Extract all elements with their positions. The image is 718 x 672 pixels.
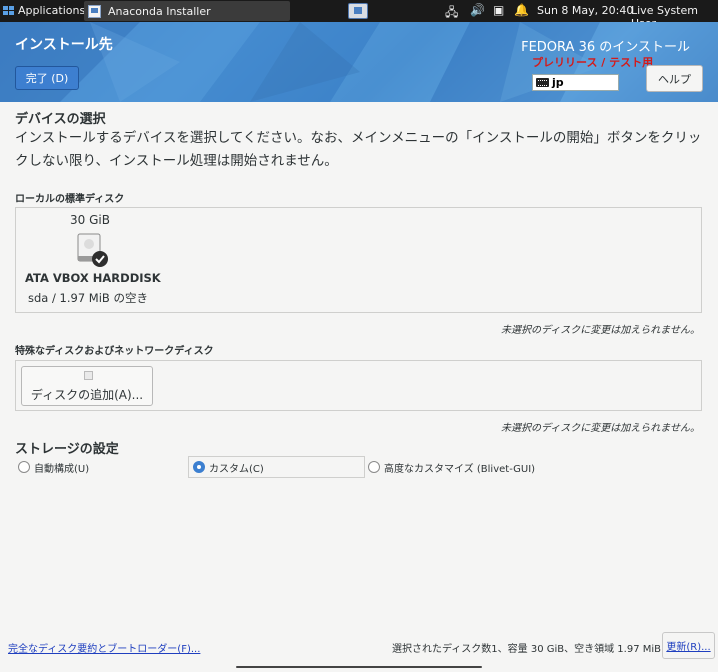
volume-icon[interactable]: 🔊 [470, 3, 485, 17]
special-disks-heading: 特殊なディスクおよびネットワークディスク [15, 346, 214, 357]
radio-automatic[interactable]: 自動構成(U) [18, 456, 89, 478]
device-selection-description: インストールするデバイスを選択してください。なお、メインメニューの「インストール… [15, 130, 702, 169]
add-disk-icon [84, 371, 93, 380]
add-disk-button[interactable]: ディスクの追加(A)... [21, 366, 153, 406]
full-disk-summary-link[interactable]: 完全なディスク要約とブートローダー(F)... [8, 640, 200, 655]
disk-name: ATA VBOX HARDDISK [25, 271, 161, 285]
prerelease-warning: プレリリース / テスト用 [532, 56, 654, 69]
harddisk-selected-icon [77, 233, 108, 267]
top-panel: Applications ⋮ Anaconda Installer 🖧 🔊 ▣ … [0, 0, 718, 30]
radio-blivet-label: 高度なカスタマイズ (Blivet-GUI) [384, 463, 536, 475]
disk-size: 30 GiB [70, 213, 110, 227]
disk-summary-text: 選択されたディスク数1、容量 30 GiB、空き領域 1.97 MiB [392, 644, 662, 655]
help-button[interactable]: ヘルプ [646, 65, 703, 92]
network-icon[interactable]: 🖧 [445, 3, 458, 24]
radio-blivet[interactable]: 高度なカスタマイズ (Blivet-GUI) [368, 456, 535, 478]
keyboard-layout-label: jp [552, 76, 564, 89]
radio-custom-label: カスタム(C) [209, 463, 264, 475]
installer-window-icon [88, 4, 101, 18]
radio-unchecked-icon [18, 461, 30, 473]
disk-info: sda / 1.97 MiB の空き [28, 291, 148, 305]
special-disks-panel: ディスクの追加(A)... [15, 360, 702, 411]
taskbar-item-label: Anaconda Installer [108, 4, 211, 18]
page-title: インストール先 [15, 37, 113, 53]
applications-icon [3, 5, 14, 15]
radio-unchecked-icon [368, 461, 380, 473]
special-disks-note: 未選択のディスクに変更は加えられません。 [501, 423, 700, 434]
add-disk-label: ディスクの追加(A)... [30, 388, 144, 402]
keyboard-icon [536, 78, 549, 87]
show-desktop-icon[interactable] [348, 3, 368, 19]
applications-label: Applications [18, 4, 86, 17]
local-disks-panel: 30 GiB ATA VBOX HARDDISK sda / 1.97 MiB … [15, 207, 702, 313]
radio-automatic-label: 自動構成(U) [34, 463, 90, 475]
radio-checked-icon [193, 461, 205, 473]
radio-custom[interactable]: カスタム(C) [193, 456, 264, 478]
local-disks-note: 未選択のディスクに変更は加えられません。 [501, 325, 700, 336]
done-button[interactable]: 完了 (D) [15, 66, 79, 90]
device-selection-heading: デバイスの選択 [15, 112, 106, 127]
clock[interactable]: Sun 8 May, 20:40 [537, 4, 633, 17]
taskbar-item-anaconda[interactable]: Anaconda Installer [84, 1, 290, 21]
refresh-button[interactable]: 更新(R)... [662, 632, 715, 659]
notification-bell-icon[interactable]: 🔔 [514, 3, 529, 17]
product-title: FEDORA 36 のインストール [521, 40, 690, 55]
local-disks-heading: ローカルの標準ディスク [15, 194, 125, 205]
keyboard-layout-indicator[interactable]: jp [532, 74, 619, 91]
installer-header: インストール先 完了 (D) FEDORA 36 のインストール プレリリース … [0, 22, 718, 102]
scroll-indicator [236, 666, 482, 668]
storage-config-heading: ストレージの設定 [15, 442, 119, 457]
battery-icon[interactable]: ▣ [493, 3, 504, 17]
